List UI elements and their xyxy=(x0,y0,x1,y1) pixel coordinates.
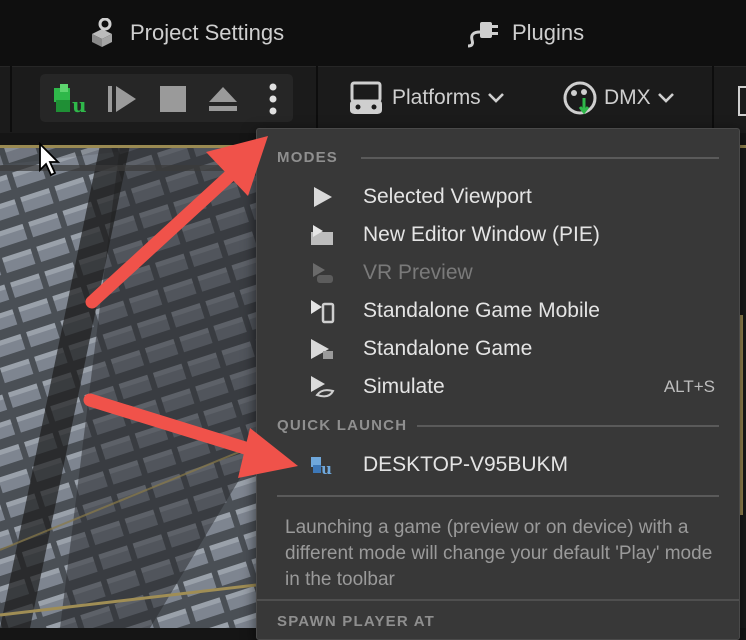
play-advance-icon[interactable] xyxy=(106,84,140,114)
mode-standalone-game[interactable]: Standalone Game xyxy=(307,331,727,367)
mode-description-text: Launching a game (preview or on device) … xyxy=(285,517,713,590)
plugins-button[interactable]: Plugins xyxy=(466,10,584,56)
svg-text:u: u xyxy=(321,460,332,477)
device-label: DESKTOP-V95BUKM xyxy=(363,453,569,476)
device-unreal-icon: u xyxy=(307,452,337,478)
svg-text:u: u xyxy=(72,93,87,116)
toolbar-divider xyxy=(712,66,714,132)
vr-icon xyxy=(307,260,337,286)
toolbar-overflow-icon[interactable] xyxy=(738,86,746,116)
dmx-label: DMX xyxy=(604,86,651,109)
mobile-icon xyxy=(307,298,337,324)
dmx-icon xyxy=(563,81,597,115)
mode-new-editor-window[interactable]: New Editor Window (PIE) xyxy=(307,217,727,253)
section-divider xyxy=(417,425,719,427)
modes-header: MODES xyxy=(277,149,339,166)
play-viewport-icon xyxy=(307,184,337,210)
section-divider xyxy=(361,157,719,159)
top-bar: Project Settings Plugins xyxy=(0,0,746,66)
mode-label: Selected Viewport xyxy=(363,185,532,208)
simulate-shortcut: ALT+S xyxy=(663,377,715,396)
mode-label: New Editor Window (PIE) xyxy=(363,223,600,246)
platforms-label: Platforms xyxy=(392,86,481,109)
plug-icon xyxy=(467,22,498,48)
plugins-label: Plugins xyxy=(512,20,585,45)
chevron-down-icon xyxy=(487,93,504,103)
eject-icon[interactable] xyxy=(206,84,240,114)
dmx-dropdown[interactable]: DMX xyxy=(562,76,675,120)
mode-vr-preview[interactable]: VR Preview xyxy=(307,255,727,291)
mode-label: Standalone Game Mobile xyxy=(363,299,600,322)
section-divider xyxy=(257,599,739,601)
mode-standalone-game-mobile[interactable]: Standalone Game Mobile xyxy=(307,293,727,329)
project-settings-label: Project Settings xyxy=(130,20,285,45)
simulate-icon xyxy=(307,374,337,400)
toolbar-divider xyxy=(10,66,12,132)
project-settings-button[interactable]: Project Settings xyxy=(86,10,284,56)
mode-simulate[interactable]: Simulate ALT+S xyxy=(307,369,727,405)
quick-launch-header: QUICK LAUNCH xyxy=(277,417,408,434)
platforms-icon xyxy=(350,81,382,114)
toolbar-divider xyxy=(316,66,318,132)
standalone-icon xyxy=(307,336,337,362)
play-options-menu: MODES Selected Viewport New Editor Windo… xyxy=(256,128,740,640)
new-window-icon xyxy=(307,222,337,248)
chevron-down-icon xyxy=(657,93,674,103)
quick-launch-device[interactable]: u DESKTOP-V95BUKM xyxy=(307,447,727,483)
mode-label: Simulate xyxy=(363,375,445,398)
mode-label: VR Preview xyxy=(363,261,473,284)
more-options-icon[interactable] xyxy=(264,82,282,116)
settings-gear-icon xyxy=(92,18,112,47)
section-divider xyxy=(277,495,719,497)
stop-icon[interactable] xyxy=(158,84,188,114)
spawn-player-header: SPAWN PLAYER AT xyxy=(277,613,436,630)
mode-label: Standalone Game xyxy=(363,337,533,360)
mode-selected-viewport[interactable]: Selected Viewport xyxy=(307,179,727,215)
platforms-dropdown[interactable]: Platforms xyxy=(346,76,505,120)
launch-unreal-icon[interactable]: u xyxy=(52,82,90,116)
mouse-cursor-icon xyxy=(39,142,61,177)
